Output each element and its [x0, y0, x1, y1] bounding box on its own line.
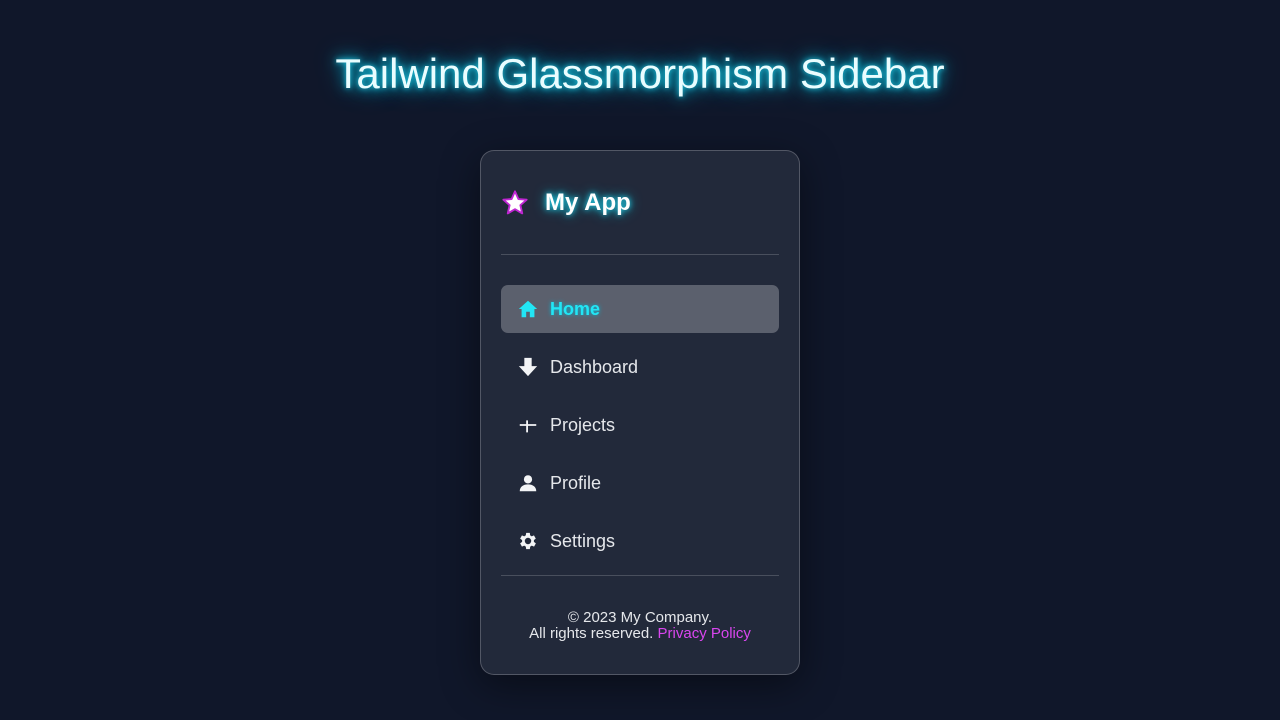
sidebar-item-label: Settings: [550, 530, 616, 551]
privacy-policy-link[interactable]: Privacy Policy: [658, 625, 751, 642]
star-icon: [501, 189, 529, 217]
gear-icon: [517, 530, 539, 552]
plus-icon: [517, 414, 539, 436]
arrow-down-icon: [517, 356, 539, 378]
sidebar-item-label: Home: [550, 298, 601, 319]
brand-name: My App: [545, 188, 631, 216]
sidebar-item-home[interactable]: Home: [501, 285, 779, 333]
sidebar-item-profile[interactable]: Profile: [501, 459, 779, 507]
sidebar-footer: © 2023 My Company. All rights reserved. …: [501, 576, 779, 642]
page-title: Tailwind Glassmorphism Sidebar: [335, 50, 945, 97]
sidebar-nav: Home Dashboard Projects Profile Settings: [501, 255, 779, 576]
sidebar: My App Home Dashboard Projects Profile S…: [480, 150, 800, 675]
rights-text: All rights reserved.: [529, 625, 654, 642]
user-icon: [517, 472, 539, 494]
sidebar-item-settings[interactable]: Settings: [501, 517, 779, 565]
sidebar-item-label: Projects: [550, 414, 616, 435]
sidebar-item-label: Profile: [550, 472, 602, 493]
sidebar-item-projects[interactable]: Projects: [501, 401, 779, 449]
home-icon: [517, 298, 539, 320]
brand[interactable]: My App: [501, 151, 779, 255]
rights-line: All rights reserved. Privacy Policy: [501, 626, 779, 642]
sidebar-item-label: Dashboard: [550, 356, 639, 377]
copyright-text: © 2023 My Company.: [567, 609, 713, 626]
sidebar-item-dashboard[interactable]: Dashboard: [501, 343, 779, 391]
